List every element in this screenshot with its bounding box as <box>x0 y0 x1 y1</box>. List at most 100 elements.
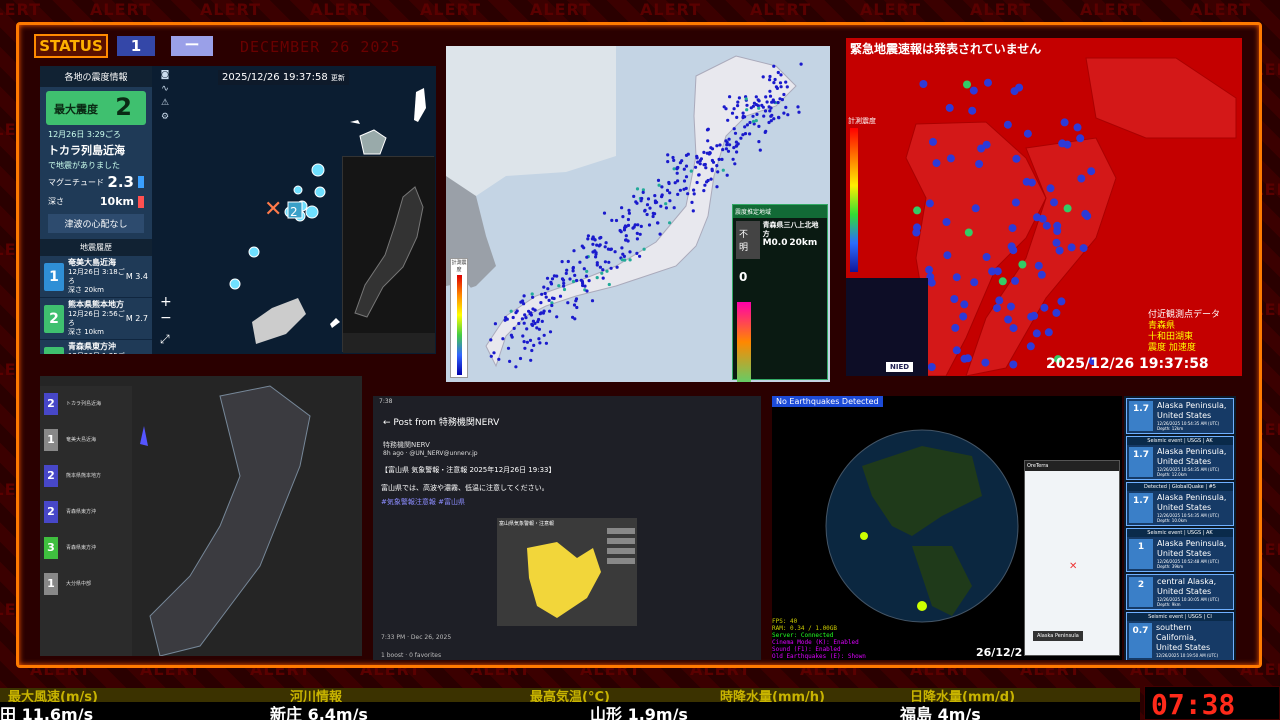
epicenter-shindo: 2 <box>290 205 298 219</box>
earthquake-location: central Alaska, United States 12/26/2025 1… <box>1157 577 1219 607</box>
earthquake-depth: Depth: 12km <box>1157 426 1184 431</box>
station-dot <box>751 114 755 118</box>
earthquake-time: 12/26/2025 10:19:50 AM (UTC) <box>1155 653 1219 658</box>
station-dot <box>651 214 655 219</box>
station-dot <box>521 299 525 303</box>
ticker-value: 田 11.6m/s <box>0 705 94 720</box>
list-item[interactable]: 2 トカラ列島近海 <box>40 386 132 422</box>
stats-line: Server: Connected <box>772 632 834 639</box>
list-item[interactable]: 1 大分県中部 <box>40 566 132 602</box>
station-dot <box>671 155 675 160</box>
station-dot <box>614 218 619 223</box>
layers-icon[interactable]: ◙ <box>158 70 172 80</box>
earthquake-card[interactable]: 1.7 Alaska Peninsula, United States 12/26/2… <box>1126 398 1234 434</box>
list-text: 大分県中部 <box>66 580 92 587</box>
earthquake-depth: Depth: 9km <box>1157 602 1181 607</box>
station-dot <box>1073 123 1082 132</box>
station-dot <box>927 363 936 371</box>
station-dot <box>970 278 979 287</box>
fullscreen-icon[interactable]: ⤢ <box>160 332 172 347</box>
station-dot <box>517 321 521 326</box>
earthquake-row: 2 central Alaska, United States 12/26/2025 … <box>1127 575 1233 609</box>
station-dot <box>1009 246 1018 255</box>
earthquake-source: Detected | GlobalQuake | #5 <box>1127 483 1233 491</box>
station-dot <box>537 337 541 341</box>
magnitude-value: 0.7 <box>1132 626 1149 636</box>
station-dot <box>604 241 608 245</box>
stats-line: RAM: 0.34 / 1.00GB <box>772 625 838 632</box>
list-item[interactable]: 3 青森県東方沖 <box>40 530 132 566</box>
station-dot <box>511 315 515 320</box>
station-dot <box>543 291 547 296</box>
station-dot <box>715 164 719 168</box>
station-dot <box>601 268 605 272</box>
station-dot <box>959 312 968 321</box>
station-dot <box>768 94 773 98</box>
warning-icon[interactable]: ⚠ <box>158 98 172 108</box>
earthquake-card[interactable]: Seismic event | USGS | CI 0.7 southern Cal… <box>1126 612 1234 660</box>
list-shindo-icon: 2 <box>44 465 58 487</box>
earthquake-row: 1.7 Alaska Peninsula, United States 12/26/2… <box>1127 445 1233 479</box>
earthquake-magnitude: 2 <box>1129 577 1153 607</box>
station-dot <box>698 159 702 163</box>
alert-word: ALERT <box>310 0 372 19</box>
station-dot <box>497 357 501 361</box>
location-line: Alaska Peninsula, <box>1157 401 1227 410</box>
station-dot <box>709 177 713 181</box>
station-dot <box>1060 118 1069 127</box>
history-region: 青森県東方沖 <box>68 342 116 351</box>
station-dot <box>758 148 762 152</box>
station-dot <box>1034 261 1043 270</box>
station-dot <box>540 319 544 323</box>
wave-icon[interactable]: ∿ <box>158 84 172 94</box>
magnitude-value: 2.3 <box>107 173 134 191</box>
history-item[interactable]: 2青森県東方沖12月26日 1:25ごろ深さ 40kmM 4.4 <box>40 340 152 354</box>
earthquake-depth: Depth: 12.0km <box>1157 472 1187 477</box>
station-dot <box>1052 238 1061 247</box>
earthquake-card[interactable]: Detected | GlobalQuake | #5 1.7 Alaska Pen… <box>1126 482 1234 526</box>
quake-caption: で地震がありました <box>48 161 120 170</box>
history-item[interactable]: 1 奄美大島近海 12月26日 3:18ごろ 深さ 20km M 3.4 <box>40 256 152 298</box>
back-arrow-icon[interactable]: ← <box>383 418 391 428</box>
station-dot <box>919 80 928 88</box>
tsunami-status: 津波の心配なし <box>48 214 144 233</box>
eew-title: 震度推定地域 <box>733 205 827 218</box>
earthquake-card[interactable]: Seismic event | USGS | AK 1 Alaska Peninsu… <box>1126 528 1234 572</box>
station-dot <box>676 179 680 183</box>
station-dot <box>620 246 624 250</box>
warning-map-image[interactable]: 富山県気象警報・注意報 <box>497 518 637 626</box>
station-dot <box>580 279 584 284</box>
station-dot <box>540 292 544 296</box>
list-text: 奄美大島近海 <box>66 436 97 443</box>
ticker-value: 新庄 6.4m/s <box>270 705 368 720</box>
list-item[interactable]: 2 熊本県熊本地方 <box>40 458 132 494</box>
list-item[interactable]: 2 青森県東方沖 <box>40 494 132 530</box>
earthquake-card[interactable]: 2 central Alaska, United States 12/26/2025 … <box>1126 574 1234 610</box>
zoom-out-icon[interactable]: − <box>160 310 172 326</box>
station-dot <box>489 338 493 342</box>
earthquake-card[interactable]: Seismic event | USGS | AK 1.7 Alaska Penin… <box>1126 436 1234 480</box>
history-item[interactable]: 2 熊本県熊本地方 12月26日 2:56ごろ 深さ 10km M 2.7 <box>40 298 152 340</box>
magnitude-value: 1.7 <box>1133 404 1149 414</box>
station-dot <box>769 106 773 110</box>
station-dot <box>538 312 542 316</box>
post-header: ← Post from 特務機関NERV <box>383 418 500 428</box>
station-dot <box>1046 184 1055 193</box>
gear-icon[interactable]: ⚙ <box>158 112 172 122</box>
stats-line: Old Earthquakes (E): Shown <box>772 653 866 660</box>
post-tags[interactable]: #気象警報注意報 #富山県 <box>373 497 761 507</box>
station-dot <box>525 340 529 344</box>
station-dot <box>1037 270 1046 279</box>
station-dot <box>594 255 598 259</box>
stats-line: Sound (F1): Enabled <box>772 646 841 653</box>
station-dot <box>689 169 693 173</box>
station-dot <box>776 70 780 75</box>
list-item[interactable]: 1 奄美大島近海 <box>40 422 132 458</box>
station-dot <box>626 217 630 222</box>
station-dot <box>691 209 695 213</box>
station-dot <box>743 132 748 136</box>
zoom-in-icon[interactable]: + <box>160 294 172 310</box>
magnitude-value: 2 <box>1137 580 1145 590</box>
max-shindo-label: 最大震度 <box>54 103 98 116</box>
eew-wave-bar <box>737 302 751 382</box>
